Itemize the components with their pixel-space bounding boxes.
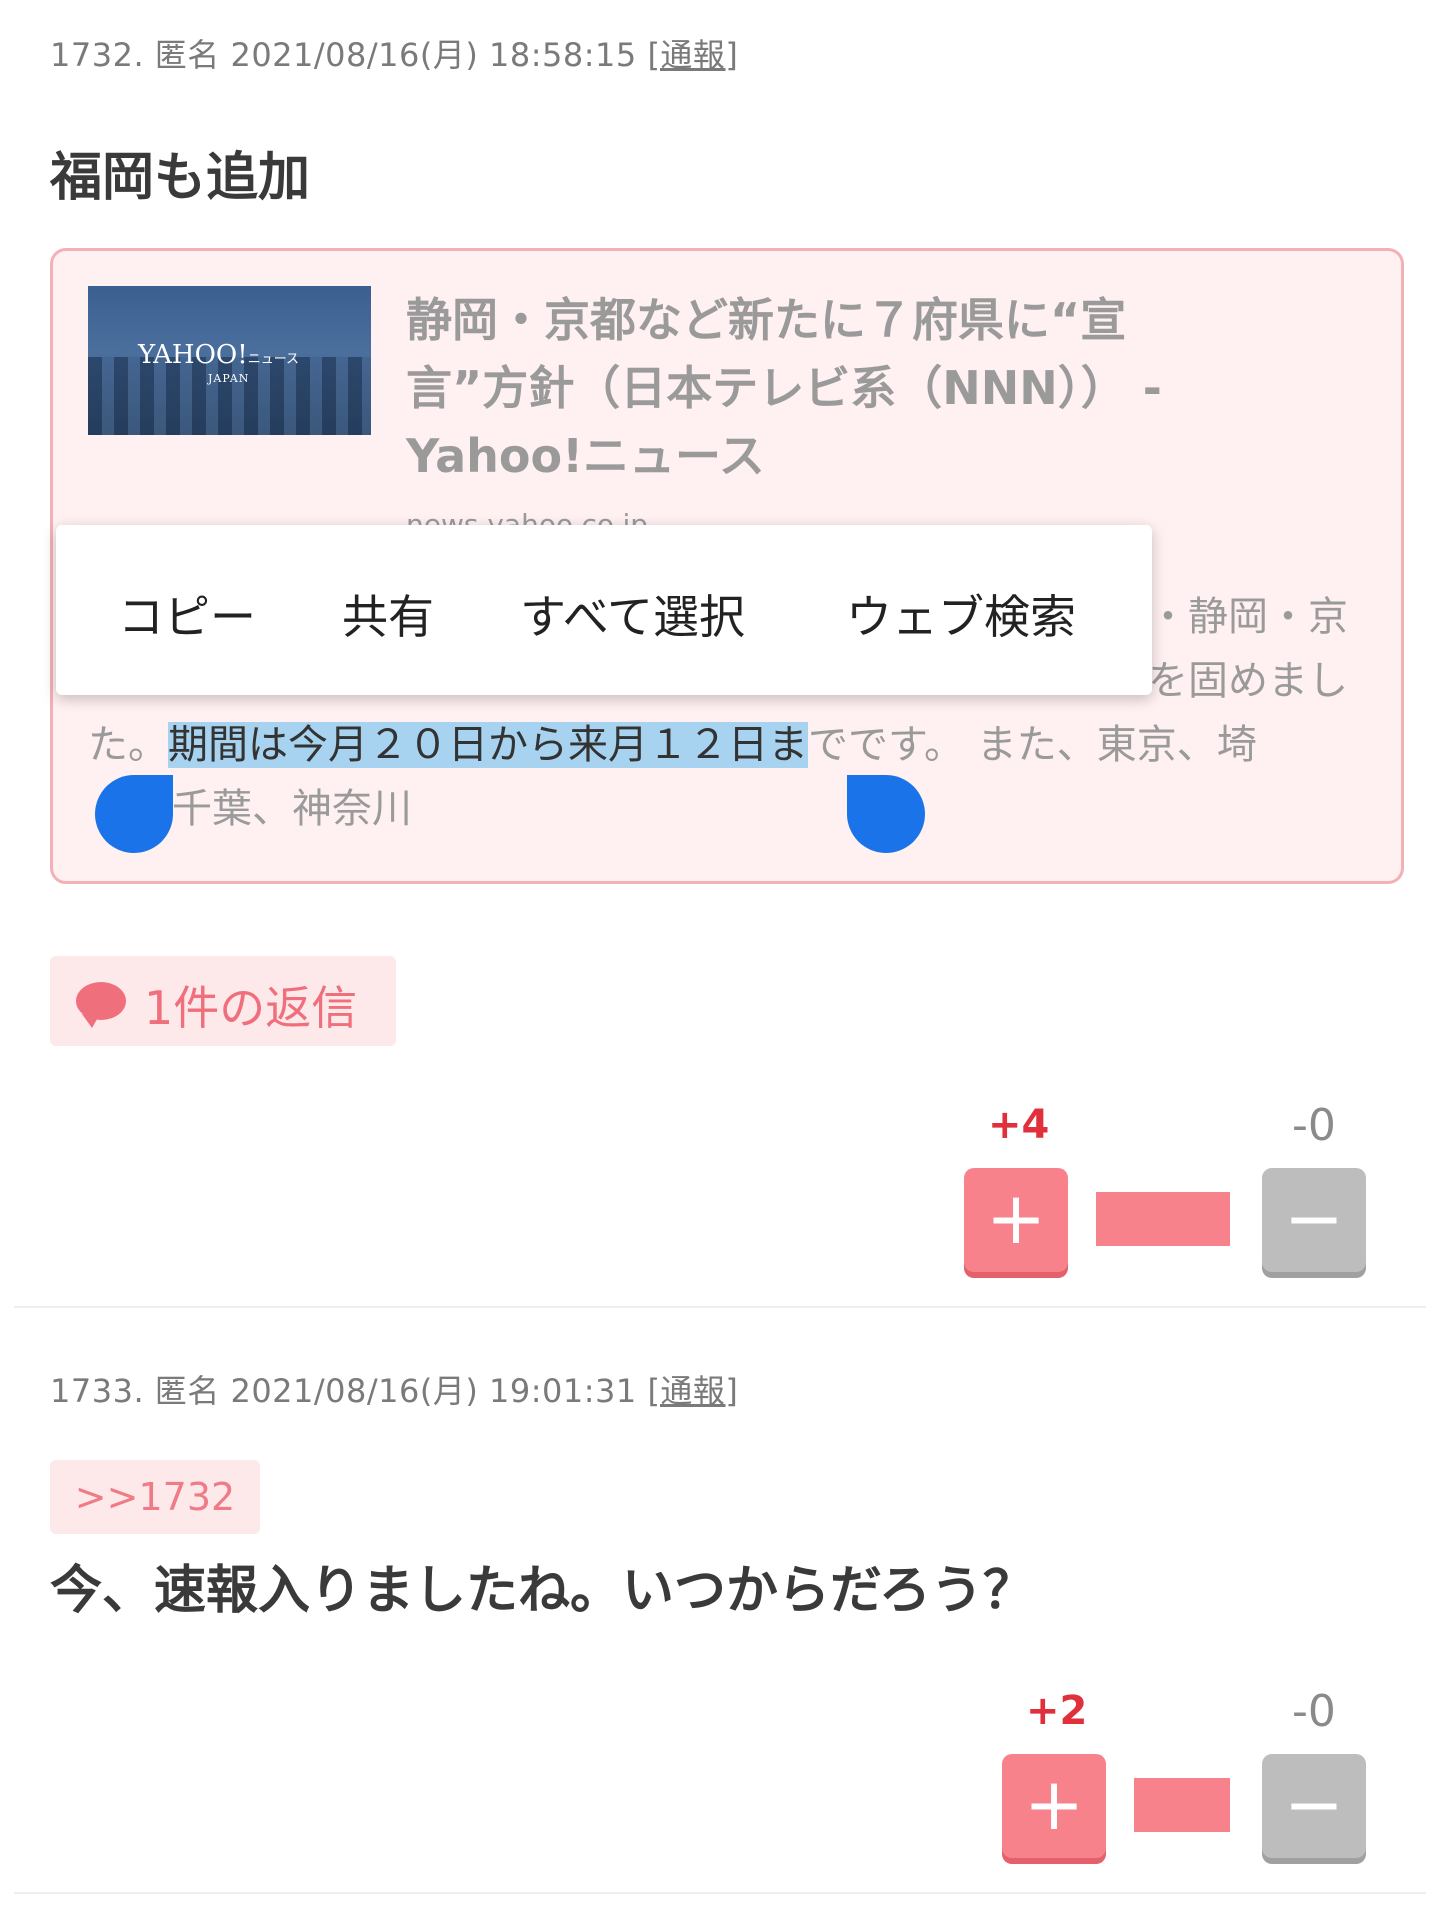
post-meta-text: 1733. 匿名 2021/08/16(月) 19:01:31 bbox=[50, 1372, 648, 1410]
post-meta-text: 1732. 匿名 2021/08/16(月) 18:58:15 bbox=[50, 36, 648, 74]
plus-vote-button[interactable]: + bbox=[964, 1168, 1068, 1272]
minus-score: -0 bbox=[1292, 1686, 1336, 1737]
post-divider bbox=[14, 1892, 1426, 1894]
post-meta: 1732. 匿名 2021/08/16(月) 18:58:15 [通報] bbox=[50, 30, 738, 76]
report-link[interactable]: [通報] bbox=[647, 36, 738, 74]
minus-vote-button[interactable]: − bbox=[1262, 1754, 1366, 1858]
menu-share[interactable]: 共有 bbox=[342, 581, 434, 647]
report-link[interactable]: [通報] bbox=[647, 1372, 738, 1410]
link-card-text-line1: ・静岡・京 bbox=[1148, 594, 1348, 640]
yahoo-logo: YAHOO!ニュース bbox=[138, 340, 300, 370]
link-card-text-line2: を固めまし bbox=[1148, 658, 1348, 704]
plus-icon: + bbox=[985, 1176, 1047, 1260]
minus-vote-button[interactable]: − bbox=[1262, 1168, 1366, 1272]
vote-ratio-fill bbox=[1134, 1778, 1230, 1832]
link-card-text-line4: 千葉、神奈川 bbox=[172, 786, 412, 832]
plus-score: +2 bbox=[1026, 1688, 1088, 1734]
replies-label: 1件の返信 bbox=[144, 981, 358, 1035]
link-card-title[interactable]: 静岡・京都など新たに７府県に“宣言”方針（日本テレビ系（NNN）） - Yaho… bbox=[406, 286, 1226, 490]
menu-select-all[interactable]: すべて選択 bbox=[520, 581, 745, 647]
minus-icon: − bbox=[1283, 1762, 1345, 1846]
selection-start-handle[interactable] bbox=[95, 775, 173, 853]
menu-web-search[interactable]: ウェブ検索 bbox=[846, 581, 1076, 647]
plus-score: +4 bbox=[988, 1102, 1050, 1148]
replies-button[interactable]: 1件の返信 bbox=[50, 956, 396, 1046]
plus-icon: + bbox=[1023, 1762, 1085, 1846]
link-thumbnail[interactable]: YAHOO!ニュース JAPAN bbox=[88, 286, 371, 435]
selection-end-handle[interactable] bbox=[847, 775, 925, 853]
text-selection-menu: コピー 共有 すべて選択 ウェブ検索 bbox=[56, 525, 1152, 695]
vote-ratio-bar bbox=[1134, 1778, 1230, 1832]
link-card-text-line3: た。期間は今月２０日から来月１２日までです。 また、東京、埼 bbox=[88, 722, 1257, 768]
post-meta: 1733. 匿名 2021/08/16(月) 19:01:31 [通報] bbox=[50, 1366, 738, 1412]
post-title: 福岡も追加 bbox=[50, 148, 311, 208]
reply-anchor-link[interactable]: >>1732 bbox=[50, 1460, 260, 1534]
post-body: 今、速報入りましたね。いつからだろう？ bbox=[50, 1561, 1035, 1621]
menu-copy[interactable]: コピー bbox=[118, 581, 256, 647]
speech-bubble-icon bbox=[76, 982, 126, 1028]
vote-ratio-fill bbox=[1096, 1192, 1230, 1246]
selected-text[interactable]: 期間は今月２０日から来月１２日ま bbox=[168, 722, 808, 768]
vote-ratio-bar bbox=[1096, 1192, 1230, 1246]
minus-icon: − bbox=[1283, 1176, 1345, 1260]
comment-page: 1732. 匿名 2021/08/16(月) 18:58:15 [通報] 福岡も… bbox=[0, 0, 1440, 1923]
minus-score: -0 bbox=[1292, 1100, 1336, 1151]
yahoo-logo-sub: JAPAN bbox=[208, 372, 250, 385]
post-divider bbox=[14, 1306, 1426, 1308]
plus-vote-button[interactable]: + bbox=[1002, 1754, 1106, 1858]
